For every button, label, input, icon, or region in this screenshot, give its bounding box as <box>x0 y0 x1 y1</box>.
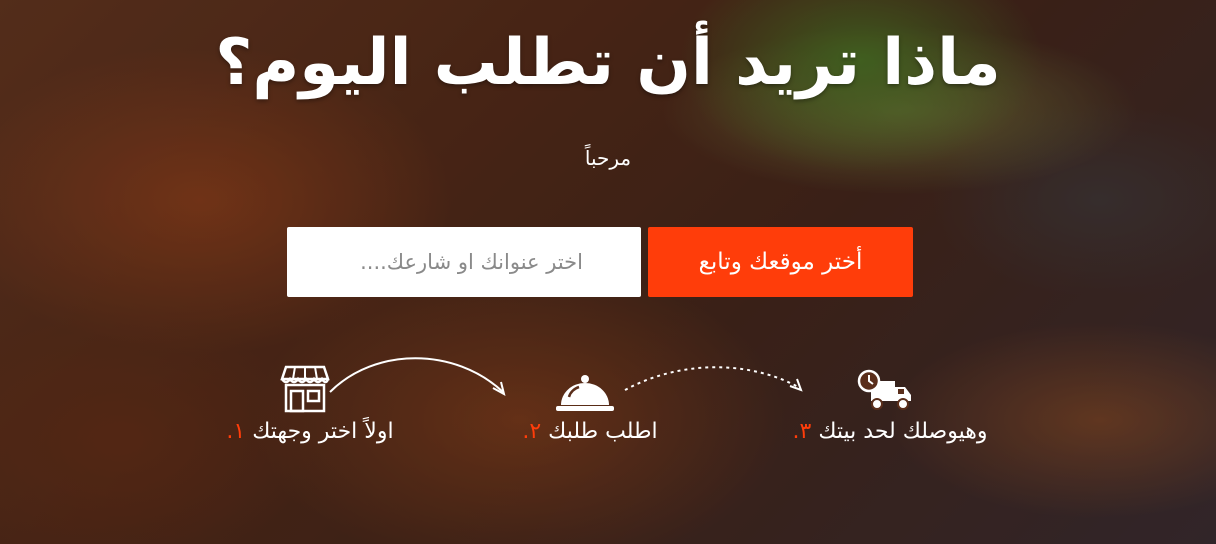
welcome-subtitle: مرحباً <box>584 146 632 170</box>
step-number: ٢. <box>522 419 542 444</box>
step-choose-destination: اولاً اختر وجهتك ١. <box>190 355 420 444</box>
page-title: ماذا تريد أن تطلب اليوم؟ <box>215 26 1001 100</box>
store-icon <box>190 355 420 413</box>
step-label: اولاً اختر وجهتك <box>252 419 394 444</box>
how-it-works-steps: اولاً اختر وجهتك ١. اطلب طلبك ٢. وهيوصلك… <box>0 355 1216 475</box>
address-search-input[interactable] <box>287 227 641 297</box>
address-search-form: أختر موقعك وتابع <box>287 227 913 297</box>
step-home-delivery: وهيوصلك لحد بيتك ٣. <box>760 355 1010 444</box>
delivery-truck-icon <box>760 355 1010 413</box>
step-label: اطلب طلبك <box>548 419 658 444</box>
step-place-order: اطلب طلبك ٢. <box>500 355 670 444</box>
choose-location-button[interactable]: أختر موقعك وتابع <box>648 227 913 297</box>
step-number: ١. <box>226 419 246 444</box>
step-number: ٣. <box>792 419 812 444</box>
step-label: وهيوصلك لحد بيتك <box>818 419 988 444</box>
food-cloche-icon <box>500 355 670 413</box>
